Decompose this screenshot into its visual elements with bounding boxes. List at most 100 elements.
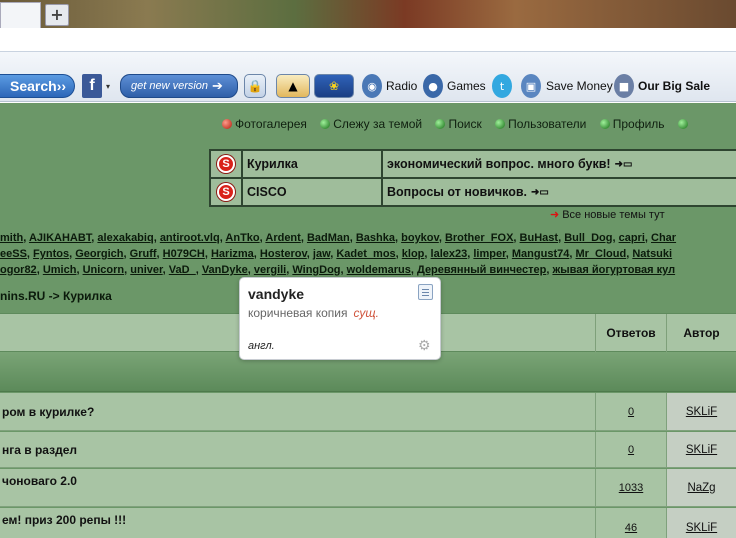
nav-more[interactable] <box>677 117 691 131</box>
user-link[interactable]: boykov <box>401 232 439 244</box>
games-link[interactable]: Games <box>447 74 486 98</box>
user-link[interactable]: vergili <box>254 264 286 276</box>
go-to-last-post-icon[interactable]: ➜▭ <box>615 159 633 170</box>
get-new-version-button[interactable]: get new version ➔ <box>120 74 238 98</box>
user-link[interactable]: Bull_Dog <box>564 232 612 244</box>
user-link[interactable]: alexakabiq <box>97 232 153 244</box>
user-link[interactable]: Mangust74 <box>512 248 569 260</box>
user-link[interactable]: Bashka <box>356 232 395 244</box>
user-link[interactable]: Kadet_mos <box>336 248 395 260</box>
reply-count[interactable]: 0 <box>595 393 666 430</box>
user-link[interactable]: limper <box>473 248 505 260</box>
user-link[interactable]: жывая йогуртовая кул <box>552 264 675 276</box>
forum-nav: Фотогалерея Слежу за темой Поиск Пользов… <box>222 117 701 131</box>
user-link[interactable]: Brother_FOX <box>445 232 513 244</box>
user-link[interactable]: Hosterov <box>260 248 307 260</box>
tab-strip: + <box>0 0 736 28</box>
user-link[interactable]: AJIKAHABT <box>29 232 91 244</box>
user-link[interactable]: Georgich <box>75 248 123 260</box>
user-link[interactable]: Ardent <box>265 232 300 244</box>
browser-tab[interactable] <box>0 2 41 28</box>
twitter-icon[interactable]: t <box>492 74 512 98</box>
reply-count[interactable]: 46 <box>595 508 666 538</box>
nav-profile[interactable]: Профиль <box>599 117 665 131</box>
nav-search[interactable]: Поиск <box>435 117 482 131</box>
big-sale-link[interactable]: Our Big Sale <box>638 74 710 98</box>
topic-author[interactable]: SKLiF <box>666 508 736 538</box>
topic-author[interactable]: NaZg <box>666 469 736 506</box>
address-bar[interactable] <box>0 28 736 52</box>
user-link[interactable]: BadMan <box>307 232 350 244</box>
user-link[interactable]: lalex23 <box>431 248 468 260</box>
user-link[interactable]: H079CH <box>163 248 205 260</box>
user-link[interactable]: VanDyke <box>202 264 248 276</box>
user-link[interactable]: Деревянный винчестер <box>417 264 546 276</box>
save-money-link[interactable]: Save Money <box>546 74 613 98</box>
user-link[interactable]: Umich <box>43 264 77 276</box>
topic-title[interactable]: нга в раздел <box>0 432 595 467</box>
table-row: ем! приз 200 репы !!! 46 SKLiF <box>0 508 736 538</box>
user-link[interactable]: Mr_Cloud <box>575 248 626 260</box>
user-link[interactable]: univer <box>130 264 162 276</box>
new-tab-button[interactable]: + <box>45 4 69 26</box>
popup-translation: коричневая копия сущ. <box>248 306 379 320</box>
recent-topic-row: S Курилка экономический вопрос. много бу… <box>211 151 736 177</box>
reply-count[interactable]: 1033 <box>595 469 666 506</box>
user-link[interactable]: jaw <box>313 248 330 260</box>
translation-popup: vandyke коричневая копия сущ. англ. ⚙ <box>239 277 441 360</box>
arrow-right-icon: ➜ <box>550 209 560 221</box>
gear-icon[interactable]: ⚙ <box>418 338 431 352</box>
lock-icon[interactable]: 🔒 <box>244 74 266 98</box>
user-link[interactable]: klop <box>402 248 425 260</box>
user-link[interactable]: Char <box>651 232 676 244</box>
games-icon[interactable]: ● <box>423 74 443 98</box>
topic-title[interactable]: ем! приз 200 репы !!! <box>0 508 595 538</box>
user-link[interactable]: antiroot.vlq <box>160 232 220 244</box>
nav-watched[interactable]: Слежу за темой <box>320 117 422 131</box>
user-link[interactable]: AnTko <box>225 232 259 244</box>
user-link[interactable]: eeSS <box>0 248 27 260</box>
user-link[interactable]: Harizma <box>211 248 254 260</box>
recent-topic-link[interactable]: экономический вопрос. много букв! ➜▭ <box>383 151 736 177</box>
sale-icon[interactable]: ■ <box>614 74 634 98</box>
nav-gallery[interactable]: Фотогалерея <box>222 117 307 131</box>
reply-count[interactable]: 0 <box>595 432 666 467</box>
gallery-icon <box>222 119 232 129</box>
radio-link[interactable]: Radio <box>386 74 417 98</box>
chevron-down-icon[interactable]: ▾ <box>106 74 110 98</box>
forum-s-icon: S <box>217 155 235 173</box>
user-link[interactable]: woldemarus <box>347 264 411 276</box>
recent-forum-name[interactable]: CISCO <box>243 179 381 205</box>
user-link[interactable]: ogor82 <box>0 264 37 276</box>
all-new-topics-link[interactable]: ➜ Все новые темы тут <box>550 208 665 221</box>
facebook-icon[interactable]: f <box>82 74 102 98</box>
topic-author[interactable]: SKLiF <box>666 432 736 467</box>
user-link[interactable]: BuHast <box>520 232 559 244</box>
recent-topic-link[interactable]: Вопросы от новичков. ➜▭ <box>383 179 736 205</box>
user-link[interactable]: VaD_ <box>169 264 196 276</box>
search-button[interactable]: Search›› <box>0 74 75 98</box>
go-to-last-post-icon[interactable]: ➜▭ <box>531 187 549 198</box>
copy-icon[interactable] <box>418 284 433 300</box>
user-link[interactable]: mith <box>0 232 23 244</box>
breadcrumb[interactable]: nins.RU -> Курилка <box>0 289 112 303</box>
popup-language: англ. <box>248 340 275 352</box>
forum-s-icon: S <box>217 183 235 201</box>
cake-icon[interactable]: ▲ <box>276 74 310 98</box>
topic-title[interactable]: чоноваго 2.0 <box>0 469 595 506</box>
user-link[interactable]: Unicorn <box>83 264 125 276</box>
user-link[interactable]: Natsuki <box>632 248 672 260</box>
nav-users[interactable]: Пользователи <box>495 117 586 131</box>
topic-author[interactable]: SKLiF <box>666 393 736 430</box>
user-link[interactable]: Gruff <box>130 248 157 260</box>
recent-forum-name[interactable]: Курилка <box>243 151 381 177</box>
user-link[interactable]: Fyntos <box>33 248 69 260</box>
user-link[interactable]: capri <box>619 232 645 244</box>
user-link[interactable]: WingDog <box>292 264 340 276</box>
radio-icon[interactable]: ◉ <box>362 74 382 98</box>
profile-icon <box>599 119 610 129</box>
topic-title[interactable]: ром в курилке? <box>0 393 595 430</box>
users-line: eeSS, Fyntos, Georgich, Gruff, H079CH, H… <box>0 248 673 260</box>
shopping-bag-icon[interactable]: ▣ <box>521 74 541 98</box>
flower-icon[interactable]: ❀ <box>314 74 354 98</box>
